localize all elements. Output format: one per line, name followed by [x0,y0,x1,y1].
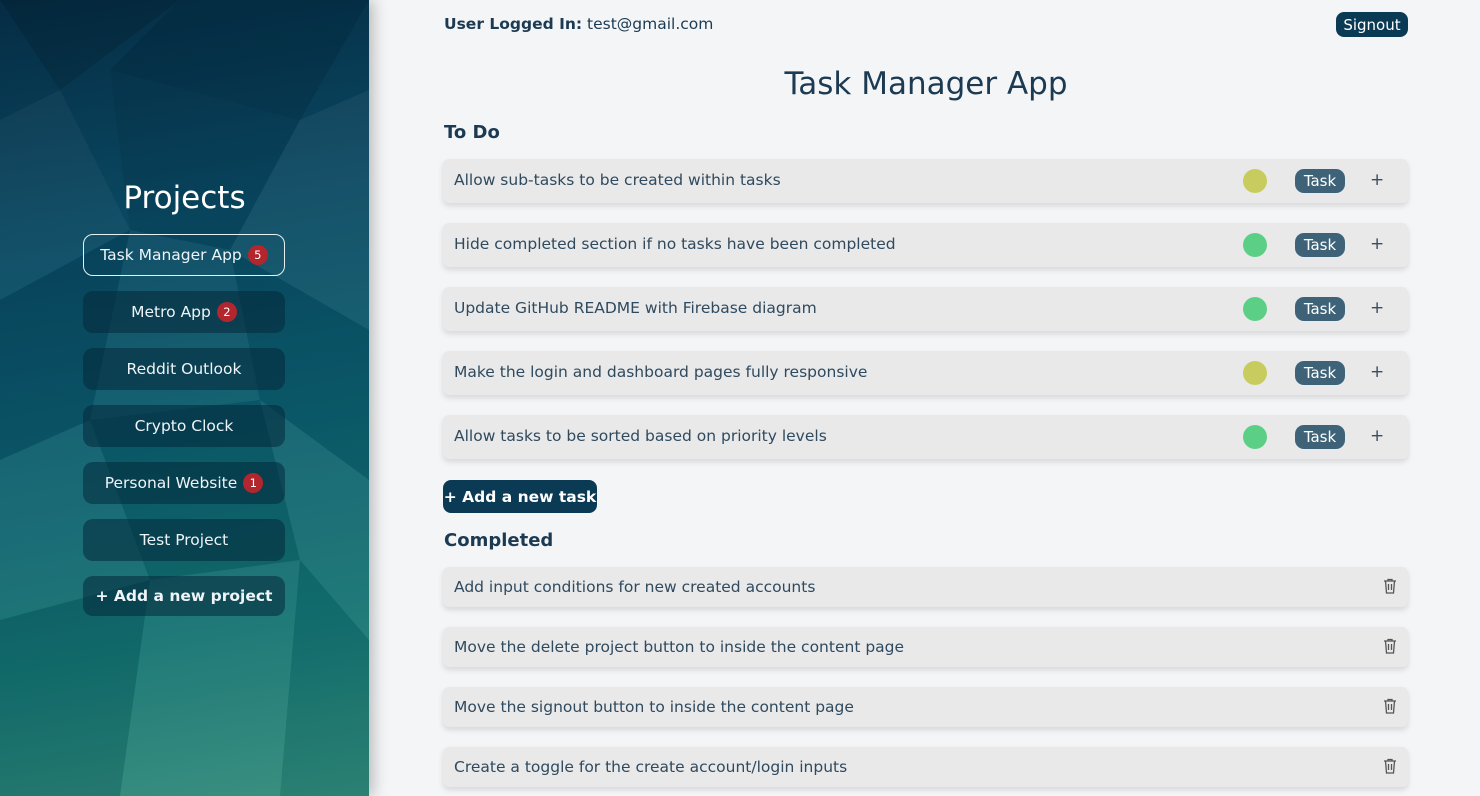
projects-heading: Projects [123,180,246,216]
completed-task-row[interactable]: Add input conditions for new created acc… [443,567,1408,607]
task-text: Allow tasks to be sorted based on priori… [454,427,827,445]
priority-indicator[interactable] [1243,297,1267,321]
priority-indicator[interactable] [1243,425,1267,449]
task-text: Hide completed section if no tasks have … [454,235,896,253]
project-label: Task Manager App [100,246,242,264]
project-item-task-manager-app[interactable]: Task Manager App 5 [83,234,285,276]
signout-button[interactable]: Signout [1336,12,1408,37]
task-tag[interactable]: Task [1295,169,1345,193]
completed-task-row[interactable]: Create a toggle for the create account/l… [443,747,1408,787]
task-row[interactable]: Allow tasks to be sorted based on priori… [443,415,1408,459]
todo-heading: To Do [444,122,500,143]
task-tag[interactable]: Task [1295,425,1345,449]
completed-task-text: Add input conditions for new created acc… [454,578,816,596]
task-tag[interactable]: Task [1295,233,1345,257]
task-text: Allow sub-tasks to be created within tas… [454,171,781,189]
project-item-reddit-outlook[interactable]: Reddit Outlook [83,348,285,390]
completed-task-text: Move the signout button to inside the co… [454,698,854,716]
project-item-metro-app[interactable]: Metro App 2 [83,291,285,333]
user-email: test@gmail.com [587,15,714,33]
completed-task-text: Move the delete project button to inside… [454,638,905,656]
expand-task-button[interactable]: + [1370,159,1384,203]
trash-icon[interactable] [1383,638,1397,654]
priority-indicator[interactable] [1243,361,1267,385]
trash-icon[interactable] [1383,578,1397,594]
add-project-button[interactable]: + Add a new project [83,576,285,616]
expand-task-button[interactable]: + [1370,223,1384,267]
task-text: Update GitHub README with Firebase diagr… [454,299,817,317]
task-row[interactable]: Hide completed section if no tasks have … [443,223,1408,267]
project-count-badge: 1 [243,473,264,493]
sidebar: Projects Task Manager App 5 Metro App 2 … [0,0,369,796]
page-title: Task Manager App [784,66,1068,102]
user-label: User Logged In: [444,15,583,33]
add-task-button[interactable]: + Add a new task [443,480,597,513]
task-text: Make the login and dashboard pages fully… [454,363,868,381]
completed-task-row[interactable]: Move the signout button to inside the co… [443,687,1408,727]
expand-task-button[interactable]: + [1370,287,1384,331]
user-info: User Logged In: test@gmail.com [444,15,713,33]
project-item-personal-website[interactable]: Personal Website 1 [83,462,285,504]
trash-icon[interactable] [1383,758,1397,774]
project-label: Metro App [131,303,211,321]
task-row[interactable]: Allow sub-tasks to be created within tas… [443,159,1408,203]
project-label: Crypto Clock [134,417,234,435]
task-tag[interactable]: Task [1295,297,1345,321]
project-label: Test Project [139,531,229,549]
expand-task-button[interactable]: + [1370,351,1384,395]
project-item-crypto-clock[interactable]: Crypto Clock [83,405,285,447]
task-row[interactable]: Make the login and dashboard pages fully… [443,351,1408,395]
expand-task-button[interactable]: + [1370,415,1384,459]
priority-indicator[interactable] [1243,233,1267,257]
project-count-badge: 2 [216,302,237,322]
completed-task-text: Create a toggle for the create account/l… [454,758,848,776]
completed-heading: Completed [444,530,554,551]
project-label: Personal Website [104,474,238,492]
trash-icon[interactable] [1383,698,1397,714]
task-tag[interactable]: Task [1295,361,1345,385]
sidebar-background-pattern [0,0,369,796]
project-item-test-project[interactable]: Test Project [83,519,285,561]
priority-indicator[interactable] [1243,169,1267,193]
completed-task-row[interactable]: Move the delete project button to inside… [443,627,1408,667]
task-row[interactable]: Update GitHub README with Firebase diagr… [443,287,1408,331]
project-count-badge: 5 [247,245,268,265]
project-label: Reddit Outlook [126,360,242,378]
